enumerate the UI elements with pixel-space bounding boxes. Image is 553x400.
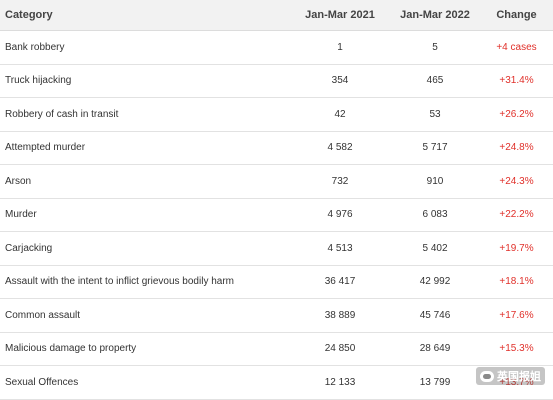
row-change: +31.4%	[499, 75, 534, 87]
table-row: Sexual Offences 12 133 13 799 +13.7%	[0, 366, 553, 400]
row-jan-mar-2021: 4 976	[327, 209, 353, 221]
row-change: +24.3%	[499, 175, 534, 187]
table-row: Truck hijacking 354 465 +31.4%	[0, 65, 553, 98]
row-jan-mar-2021: 1	[337, 41, 343, 53]
table-header: Category Jan-Mar 2021 Jan-Mar 2022 Chang…	[0, 0, 553, 31]
watermark: 英国报姐	[476, 367, 545, 385]
table-row: Murder 4 976 6 083 +22.2%	[0, 199, 553, 232]
wechat-icon	[480, 370, 494, 382]
table-body: Bank robbery 1 5 +4 cases Truck hijacking 354…	[0, 31, 553, 400]
row-jan-mar-2022: 13 799	[419, 376, 451, 388]
row-jan-mar-2022: 28 649	[419, 343, 451, 355]
watermark-text: 英国报姐	[497, 371, 541, 383]
table-row: Robbery of cash in transit 42 53 +26.2%	[0, 98, 553, 132]
table-row: Malicious damage to property 24 850 28 649…	[0, 333, 553, 366]
row-jan-mar-2021: 24 850	[324, 343, 356, 355]
row-jan-mar-2022: 5 717	[422, 142, 448, 154]
row-category: Murder	[5, 209, 37, 221]
row-jan-mar-2022: 53	[429, 108, 441, 120]
row-category: Malicious damage to property	[5, 343, 137, 355]
row-jan-mar-2022: 910	[426, 175, 444, 187]
row-jan-mar-2021: 4 513	[327, 242, 353, 254]
table-row: Assault with the intent to inflict griev…	[0, 266, 553, 299]
row-jan-mar-2022: 5	[432, 41, 438, 53]
table-row: Arson 732 910 +24.3%	[0, 165, 553, 199]
row-jan-mar-2022: 42 992	[419, 276, 451, 288]
row-category: Assault with the intent to inflict griev…	[5, 276, 234, 288]
row-jan-mar-2022: 465	[426, 75, 444, 87]
row-jan-mar-2022: 5 402	[422, 242, 448, 254]
row-change: +4 cases	[496, 41, 537, 53]
row-jan-mar-2021: 12 133	[324, 376, 356, 388]
crime-stats-table: Category Jan-Mar 2021 Jan-Mar 2022 Chang…	[0, 0, 553, 400]
row-jan-mar-2022: 6 083	[422, 209, 448, 221]
row-category: Sexual Offences	[5, 376, 79, 388]
table-row: Bank robbery 1 5 +4 cases	[0, 31, 553, 65]
row-jan-mar-2021: 354	[331, 75, 349, 87]
table-row: Common assault 38 889 45 746 +17.6%	[0, 299, 553, 333]
row-jan-mar-2022: 45 746	[419, 309, 451, 321]
row-change: +18.1%	[499, 276, 534, 288]
row-change: +17.6%	[499, 309, 534, 321]
row-category: Bank robbery	[5, 41, 65, 53]
table-row: Attempted murder 4 582 5 717 +24.8%	[0, 132, 553, 165]
row-change: +24.8%	[499, 142, 534, 154]
row-jan-mar-2021: 42	[334, 108, 346, 120]
row-category: Common assault	[5, 309, 81, 321]
row-jan-mar-2021: 38 889	[324, 309, 356, 321]
row-jan-mar-2021: 4 582	[327, 142, 353, 154]
row-category: Truck hijacking	[5, 75, 72, 87]
row-change: +26.2%	[499, 108, 534, 120]
header-jan-mar-2021: Jan-Mar 2021	[305, 9, 375, 21]
row-category: Robbery of cash in transit	[5, 108, 119, 120]
row-jan-mar-2021: 36 417	[324, 276, 356, 288]
table-row: Carjacking 4 513 5 402 +19.7%	[0, 232, 553, 266]
row-jan-mar-2021: 732	[331, 175, 349, 187]
row-category: Attempted murder	[5, 142, 86, 154]
row-change: +22.2%	[499, 209, 534, 221]
row-change: +15.3%	[499, 343, 534, 355]
header-category: Category	[5, 9, 53, 21]
row-category: Carjacking	[5, 242, 53, 254]
row-change: +19.7%	[499, 242, 534, 254]
row-category: Arson	[5, 175, 32, 187]
header-change: Change	[496, 9, 537, 21]
header-jan-mar-2022: Jan-Mar 2022	[400, 9, 470, 21]
